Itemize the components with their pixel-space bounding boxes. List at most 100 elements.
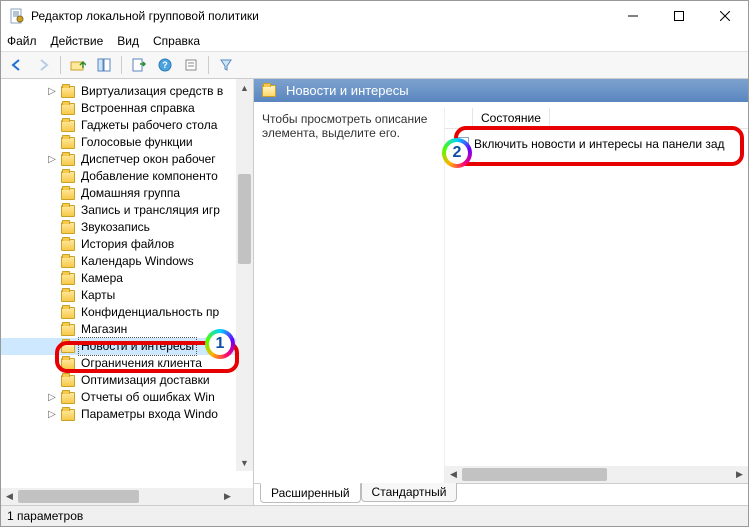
up-button[interactable] [66, 54, 90, 76]
minimize-icon [628, 11, 638, 21]
column-state[interactable]: Состояние [473, 108, 550, 128]
tree-item-label: Отчеты об ошибках Win [79, 389, 217, 406]
tree-item[interactable]: Гаджеты рабочего стола [1, 117, 253, 134]
detail-header-text: Новости и интересы [286, 83, 409, 98]
folder-icon [61, 290, 75, 302]
tree-item[interactable]: ▷ Диспетчер окон рабочег [1, 151, 253, 168]
folder-icon [61, 188, 75, 200]
scroll-right-button[interactable]: ▶ [731, 466, 748, 483]
menu-help[interactable]: Справка [153, 34, 200, 48]
expand-icon[interactable]: ▷ [47, 406, 57, 423]
minimize-button[interactable] [610, 1, 656, 31]
folder-icon [61, 86, 75, 98]
tree-item-label: Запись и трансляция игр [79, 202, 222, 219]
tree-item[interactable]: Добавление компоненто [1, 168, 253, 185]
folder-icon [61, 120, 75, 132]
folder-icon [61, 324, 75, 336]
tree-item[interactable]: Запись и трансляция игр [1, 202, 253, 219]
tab-extended[interactable]: Расширенный [260, 483, 361, 503]
tree-horizontal-scrollbar[interactable]: ◀ ▶ [1, 488, 253, 505]
export-button[interactable] [127, 54, 151, 76]
folder-icon [61, 154, 75, 166]
tree-item[interactable]: Голосовые функции [1, 134, 253, 151]
scroll-thumb-h[interactable] [462, 468, 607, 481]
tree-item[interactable]: Оптимизация доставки [1, 372, 253, 389]
folder-icon [61, 103, 75, 115]
tree-item[interactable]: Встроенная справка [1, 100, 253, 117]
detail-description: Чтобы просмотреть описание элемента, выд… [254, 108, 444, 483]
folder-icon [61, 375, 75, 387]
back-button[interactable] [5, 54, 29, 76]
tree-item[interactable]: Домашняя группа [1, 185, 253, 202]
tree-item[interactable]: История файлов [1, 236, 253, 253]
tree-item[interactable]: Звукозапись [1, 219, 253, 236]
scroll-up-button[interactable]: ▲ [236, 79, 253, 96]
tree-item-label: Ограничения клиента [79, 355, 204, 372]
detail-pane: Новости и интересы Чтобы просмотреть опи… [254, 79, 748, 505]
folder-icon [61, 256, 75, 268]
expand-icon[interactable]: ▷ [47, 151, 57, 168]
tree-item[interactable]: Магазин [1, 321, 253, 338]
scroll-left-button[interactable]: ◀ [1, 488, 18, 505]
tree-item-label: Голосовые функции [79, 134, 195, 151]
folder-icon [61, 307, 75, 319]
scroll-right-button[interactable]: ▶ [219, 488, 236, 505]
tree-item-label: Домашняя группа [79, 185, 182, 202]
menu-view[interactable]: Вид [117, 34, 139, 48]
tree-item-label: Новости и интересы [79, 338, 196, 355]
detail-horizontal-scrollbar[interactable]: ◀ ▶ [445, 466, 748, 483]
folder-icon [61, 171, 75, 183]
tree-item-label: История файлов [79, 236, 176, 253]
scroll-left-button[interactable]: ◀ [445, 466, 462, 483]
tree-item[interactable]: Календарь Windows [1, 253, 253, 270]
forward-button[interactable] [31, 54, 55, 76]
scroll-down-button[interactable]: ▼ [236, 454, 253, 471]
folder-icon [61, 358, 75, 370]
status-text: 1 параметров [7, 509, 83, 523]
show-hide-tree-icon [97, 58, 111, 72]
folder-icon [61, 392, 75, 404]
menu-file[interactable]: Файл [7, 34, 37, 48]
window-title: Редактор локальной групповой политики [31, 9, 610, 23]
policy-setting-icon [455, 137, 469, 151]
expand-icon[interactable]: ▷ [47, 83, 57, 100]
close-button[interactable] [702, 1, 748, 31]
vertical-scrollbar[interactable]: ▲ ▼ [236, 79, 253, 471]
help-button[interactable]: ? [153, 54, 177, 76]
show-hide-tree-button[interactable] [92, 54, 116, 76]
scroll-thumb-h[interactable] [18, 490, 139, 503]
tree-item[interactable]: Конфиденциальность пр [1, 304, 253, 321]
tab-standard[interactable]: Стандартный [361, 483, 458, 502]
menubar: Файл Действие Вид Справка [1, 31, 748, 51]
tree-item-label: Конфиденциальность пр [79, 304, 221, 321]
filter-button[interactable] [214, 54, 238, 76]
close-icon [720, 11, 730, 21]
tree-item-label: Встроенная справка [79, 100, 197, 117]
expand-icon[interactable]: ▷ [47, 389, 57, 406]
main-split: ▷Виртуализация средств вВстроенная справ… [1, 79, 748, 505]
tree-item-label: Диспетчер окон рабочег [79, 151, 218, 168]
tree-item[interactable]: ▷Параметры входа Windo [1, 406, 253, 423]
maximize-button[interactable] [656, 1, 702, 31]
tree-item[interactable]: Камера [1, 270, 253, 287]
tree-pane: ▷Виртуализация средств вВстроенная справ… [1, 79, 254, 505]
tree-item[interactable]: Ограничения клиента [1, 355, 253, 372]
tree-item[interactable]: ▷ Отчеты об ошибках Win [1, 389, 253, 406]
folder-icon [262, 85, 276, 97]
tree-item[interactable]: Карты [1, 287, 253, 304]
setting-row[interactable]: Включить новости и интересы на панели за… [449, 135, 748, 153]
maximize-icon [674, 11, 684, 21]
tree-item-label: Оптимизация доставки [79, 372, 212, 389]
tree-item-label: Добавление компоненто [79, 168, 220, 185]
menu-action[interactable]: Действие [51, 34, 104, 48]
tree-item[interactable]: Новости и интересы [1, 338, 253, 355]
folder-icon [61, 205, 75, 217]
tree-item[interactable]: ▷Виртуализация средств в [1, 83, 253, 100]
back-arrow-icon [10, 58, 24, 72]
folder-icon [61, 222, 75, 234]
tree-item-label: Звукозапись [79, 219, 152, 236]
properties-icon [184, 58, 198, 72]
scroll-thumb[interactable] [238, 174, 251, 264]
properties-button[interactable] [179, 54, 203, 76]
tree-view[interactable]: ▷Виртуализация средств вВстроенная справ… [1, 79, 253, 488]
